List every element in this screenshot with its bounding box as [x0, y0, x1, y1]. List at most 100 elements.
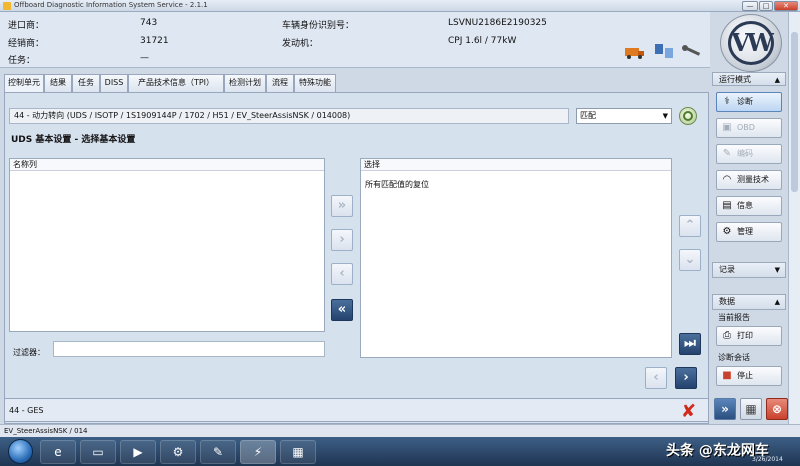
tab-tasks[interactable]: 任务	[72, 74, 100, 92]
refresh-icon	[683, 111, 693, 121]
chevron-up-icon: ▲	[774, 76, 780, 84]
mode-header-label: 运行模式	[719, 75, 751, 84]
tab-diss[interactable]: DISS	[100, 74, 128, 92]
printer-icon: ⎙	[723, 330, 731, 341]
move-all-right-button[interactable]: »	[331, 195, 353, 217]
cancel-icon[interactable]: ✘	[681, 401, 696, 422]
chevron-up-icon: ▲	[774, 298, 780, 306]
list-item[interactable]: 所有匹配值的复位	[361, 171, 671, 198]
vin-value: LSVNU2186E2190325	[448, 18, 547, 28]
tab-tpi[interactable]: 产品技术信息（TPI）	[128, 74, 224, 92]
folder-icon[interactable]: ▭	[80, 440, 116, 464]
back-button[interactable]: ‹	[645, 367, 667, 389]
measurement-button[interactable]: ◠ 测量技术	[716, 170, 782, 190]
vehicle-status-icons	[625, 42, 705, 63]
key-icon	[682, 45, 701, 56]
measurement-label: 测量技术	[737, 175, 769, 184]
tray-date: 3/26/2014	[752, 456, 783, 463]
move-down-button[interactable]: ⌄	[679, 249, 701, 271]
selected-list[interactable]: 选择 所有匹配值的复位	[360, 158, 672, 358]
tab-flow[interactable]: 流程	[266, 74, 294, 92]
obd-icon: ▣	[722, 122, 732, 133]
obd-button[interactable]: ▣ OBD	[716, 118, 782, 138]
start-button[interactable]	[8, 439, 33, 464]
task-value: —	[140, 53, 149, 63]
diagnosis-label: 诊断	[737, 97, 753, 106]
minimize-button[interactable]: —	[742, 1, 758, 11]
vertical-scrollbar[interactable]	[788, 12, 800, 424]
engine-value: CPJ 1.6l / 77kW	[448, 36, 517, 46]
dealer-value: 31721	[140, 36, 169, 46]
tab-special-functions[interactable]: 特殊功能	[294, 74, 336, 92]
data-section-header[interactable]: 数据 ▲	[712, 294, 786, 310]
mode-section-header[interactable]: 运行模式 ▲	[712, 72, 786, 86]
importer-value: 743	[140, 18, 158, 28]
stop-icon: ■	[722, 370, 732, 381]
chevron-down-icon: ▼	[662, 112, 668, 120]
selected-list-header: 选择	[361, 159, 671, 171]
chevron-down-icon: ▼	[774, 266, 780, 274]
session-label: 诊断会话	[718, 353, 750, 362]
data-header-label: 数据	[719, 297, 735, 306]
record-section-header[interactable]: 记录 ▼	[712, 262, 786, 278]
main-panel: 44 - 动力转向 (UDS / ISOTP / 1S1909144P / 17…	[4, 92, 709, 424]
media-player-icon[interactable]: ▶	[120, 440, 156, 464]
next-button[interactable]: ›	[675, 367, 697, 389]
close-button[interactable]: ✕	[774, 1, 798, 11]
filter-input[interactable]	[53, 341, 325, 357]
ie-icon[interactable]: e	[40, 440, 76, 464]
move-right-button[interactable]: ›	[331, 229, 353, 251]
function-select[interactable]: 匹配 ▼	[576, 108, 672, 124]
jump-end-button[interactable]: ⏭	[679, 333, 701, 355]
status-bar: 44 - GES ✘	[4, 398, 709, 422]
go-button[interactable]	[679, 107, 697, 125]
app-icon	[3, 2, 11, 10]
record-header-label: 记录	[719, 265, 735, 274]
admin-button[interactable]: ⚙ 管理	[716, 222, 782, 242]
truck-icon	[625, 48, 644, 59]
control-unit-path: 44 - 动力转向 (UDS / ISOTP / 1S1909144P / 17…	[9, 108, 569, 124]
info-button[interactable]: ▤ 信息	[716, 196, 782, 216]
print-button[interactable]: ⎙ 打印	[716, 326, 782, 346]
scrollbar-thumb[interactable]	[791, 32, 798, 192]
info-book-icon: ▤	[722, 200, 732, 211]
available-list[interactable]: 名称列	[9, 158, 325, 332]
notes-icon[interactable]: ✎	[200, 440, 236, 464]
footer-text: EV_SteerAssisNSK / 014	[4, 427, 88, 435]
print-label: 打印	[737, 331, 753, 340]
calculator-icon[interactable]: ▦	[280, 440, 316, 464]
tab-control-units[interactable]: 控制单元	[4, 74, 44, 92]
vin-label: 车辆身份识别号：	[282, 21, 355, 31]
current-log-label: 当前报告	[718, 313, 750, 322]
exit-nav-button[interactable]: ⊗	[766, 398, 788, 420]
move-up-button[interactable]: ⌃	[679, 215, 701, 237]
vw-logo: VW	[720, 14, 782, 72]
tab-test-plan[interactable]: 检测计划	[224, 74, 266, 92]
grid-nav-button[interactable]: ▦	[740, 398, 762, 420]
diagnosis-button[interactable]: ⚕ 诊断	[716, 92, 782, 112]
task-label: 任务：	[8, 56, 36, 66]
network-icon	[655, 44, 673, 58]
dealer-label: 经销商：	[8, 39, 45, 49]
odis-task-icon[interactable]: ⚡	[240, 440, 276, 464]
measure-icon: ◠	[722, 174, 732, 185]
forward-nav-button[interactable]: »	[714, 398, 736, 420]
window-title: Offboard Diagnostic Information System S…	[14, 1, 208, 9]
tab-results[interactable]: 结果	[44, 74, 72, 92]
stethoscope-icon: ⚕	[724, 96, 730, 107]
move-all-left-button[interactable]: «	[331, 299, 353, 321]
maximize-button[interactable]: □	[759, 1, 773, 11]
code-icon: ✎	[722, 148, 732, 159]
stop-button[interactable]: ■ 停止	[716, 366, 782, 386]
section-title: UDS 基本设置 - 选择基本设置	[11, 135, 136, 145]
obd-label: OBD	[737, 123, 755, 132]
filter-label: 过滤器：	[13, 348, 45, 357]
function-select-value: 匹配	[580, 111, 596, 120]
settings-icon[interactable]: ⚙	[160, 440, 196, 464]
importer-label: 进口商：	[8, 21, 45, 31]
coding-button[interactable]: ✎ 编码	[716, 144, 782, 164]
info-label: 信息	[737, 201, 753, 210]
move-left-button[interactable]: ‹	[331, 263, 353, 285]
footer-bar: EV_SteerAssisNSK / 014	[0, 424, 800, 437]
vehicle-header: 进口商： 743 经销商： 31721 任务： — 车辆身份识别号： LSVNU…	[0, 12, 710, 68]
